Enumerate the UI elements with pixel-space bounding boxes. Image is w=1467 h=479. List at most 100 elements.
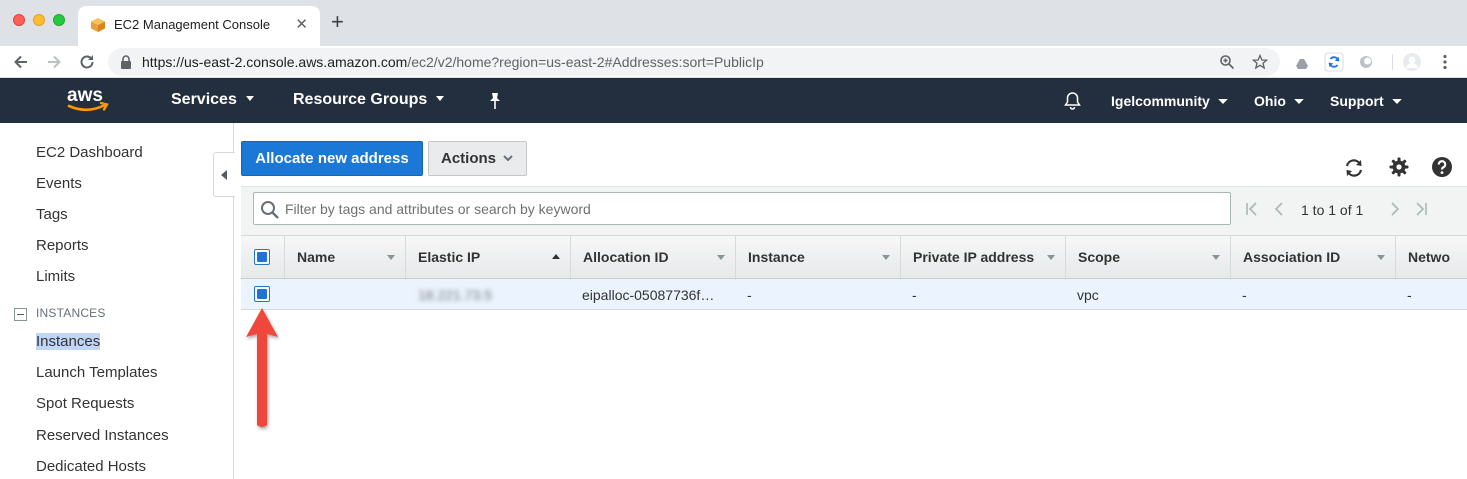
cell-private-ip: -	[912, 287, 917, 303]
account-menu[interactable]: Igelcommunity	[1111, 93, 1228, 109]
back-icon[interactable]	[11, 52, 31, 72]
column-header-elastic-ip[interactable]: Elastic IP	[406, 236, 571, 280]
services-label: Services	[171, 91, 237, 108]
browser-tabstrip: EC2 Management Console ✕ +	[0, 0, 1467, 46]
first-page-icon[interactable]	[1244, 201, 1260, 217]
sidebar-collapse-button[interactable]	[213, 152, 235, 197]
circle-extension-icon[interactable]	[1356, 52, 1376, 72]
sidebar-item-instances[interactable]: Instances	[36, 333, 101, 350]
gear-icon[interactable]	[1388, 156, 1410, 178]
column-label: Instance	[748, 249, 805, 265]
sidebar-item-spot-requests[interactable]: Spot Requests	[36, 395, 134, 412]
tab-close-icon[interactable]: ✕	[295, 15, 308, 33]
column-label: Elastic IP	[418, 249, 481, 265]
region-label: Ohio	[1254, 93, 1286, 109]
ec2-sidebar: EC2 Dashboard Events Tags Reports Limits…	[0, 123, 234, 479]
column-header-association-id[interactable]: Association ID	[1231, 236, 1396, 280]
annotation-arrow-icon	[246, 308, 278, 427]
sort-icon	[882, 255, 890, 260]
window-minimize-button[interactable]	[33, 14, 45, 26]
region-menu[interactable]: Ohio	[1254, 93, 1304, 109]
actions-label: Actions	[441, 150, 497, 167]
refresh-icon[interactable]	[1343, 157, 1365, 179]
sidebar-item-instances-label: Instances	[36, 333, 101, 350]
chevron-down-icon	[1217, 98, 1228, 104]
drive-extension-icon[interactable]	[1292, 52, 1312, 72]
actions-button[interactable]: Actions	[428, 141, 527, 176]
sidebar-item-launch-templates[interactable]: Launch Templates	[36, 364, 157, 381]
column-label: Allocation ID	[583, 249, 669, 265]
chevron-down-icon	[503, 155, 513, 162]
sidebar-item-reports[interactable]: Reports	[36, 237, 89, 254]
toolbar-divider	[1392, 54, 1393, 70]
filter-input[interactable]	[285, 198, 1185, 220]
sidebar-item-dedicated-hosts[interactable]: Dedicated Hosts	[36, 458, 146, 475]
chevron-down-icon	[1391, 98, 1402, 104]
account-label: Igelcommunity	[1111, 93, 1210, 109]
table-row[interactable]: 18.221.73.5 eipalloc-05087736f… - - vpc …	[241, 280, 1467, 310]
table-header: Name Elastic IP Allocation ID Instance P…	[241, 235, 1467, 280]
search-icon	[261, 201, 279, 219]
last-page-icon[interactable]	[1413, 201, 1429, 217]
tab-title: EC2 Management Console	[114, 17, 271, 32]
browser-toolbar: https://us-east-2.console.aws.amazon.com…	[0, 46, 1467, 78]
sort-icon	[387, 255, 395, 260]
pin-icon[interactable]	[487, 92, 503, 110]
resource-groups-menu[interactable]: Resource Groups	[293, 91, 445, 109]
browser-menu-icon[interactable]	[1435, 52, 1455, 72]
chevron-down-icon	[1294, 98, 1304, 104]
column-label: Association ID	[1243, 249, 1341, 265]
sidebar-section-instances: INSTANCES	[36, 306, 106, 320]
window-close-button[interactable]	[13, 14, 25, 26]
forward-icon[interactable]	[44, 52, 64, 72]
column-label: Scope	[1078, 249, 1121, 265]
url-text: https://us-east-2.console.aws.amazon.com…	[142, 54, 764, 70]
sync-extension-icon[interactable]	[1324, 52, 1344, 72]
column-label: Name	[297, 249, 336, 265]
column-header-instance[interactable]: Instance	[736, 236, 901, 280]
previous-page-icon[interactable]	[1271, 201, 1287, 217]
aws-cube-icon	[91, 18, 105, 32]
sidebar-item-tags[interactable]: Tags	[36, 206, 68, 223]
sort-icon	[717, 255, 725, 260]
column-header-private-ip[interactable]: Private IP address	[901, 236, 1066, 280]
chevron-down-icon	[245, 96, 254, 102]
bookmark-star-icon[interactable]	[1252, 54, 1268, 70]
aws-logo[interactable]: aws	[65, 84, 113, 116]
help-icon[interactable]	[1431, 156, 1453, 178]
column-header-scope[interactable]: Scope	[1066, 236, 1231, 280]
svg-text:aws: aws	[67, 85, 103, 106]
url-host: https://us-east-2.console.aws.amazon.com	[142, 54, 408, 70]
new-tab-icon[interactable]: +	[331, 11, 344, 33]
row-checkbox[interactable]	[254, 286, 270, 302]
browser-tab[interactable]: EC2 Management Console ✕	[78, 6, 320, 46]
chevron-down-icon	[436, 96, 445, 102]
column-header-allocation-id[interactable]: Allocation ID	[571, 236, 736, 280]
url-path: /ec2/v2/home?region=us-east-2#Addresses:…	[407, 54, 764, 70]
lock-icon	[121, 55, 131, 69]
column-label: Private IP address	[913, 249, 1035, 265]
column-header-network[interactable]: Netwo	[1396, 236, 1467, 280]
filter-box[interactable]	[253, 192, 1231, 225]
sidebar-item-limits[interactable]: Limits	[36, 268, 75, 285]
zoom-icon[interactable]	[1219, 54, 1235, 70]
cell-scope: vpc	[1077, 287, 1099, 303]
address-bar[interactable]: https://us-east-2.console.aws.amazon.com…	[108, 48, 1280, 76]
select-all-checkbox[interactable]	[254, 249, 270, 265]
services-menu[interactable]: Services	[171, 91, 254, 109]
next-page-icon[interactable]	[1387, 201, 1403, 217]
allocate-new-address-button[interactable]: Allocate new address	[241, 141, 423, 176]
reload-icon[interactable]	[77, 52, 97, 72]
support-menu[interactable]: Support	[1330, 93, 1402, 109]
sidebar-item-ec2-dashboard[interactable]: EC2 Dashboard	[36, 144, 143, 161]
aws-top-nav: aws Services Resource Groups Igelcommuni…	[0, 78, 1467, 123]
sidebar-item-events[interactable]: Events	[36, 175, 82, 192]
cell-elastic-ip: 18.221.73.5	[418, 287, 492, 303]
section-collapse-icon[interactable]	[14, 308, 27, 321]
bell-icon[interactable]	[1063, 91, 1082, 111]
column-header-name[interactable]: Name	[285, 236, 406, 280]
sort-icon	[1377, 255, 1385, 260]
sidebar-item-reserved-instances[interactable]: Reserved Instances	[36, 427, 169, 444]
profile-avatar-icon[interactable]	[1402, 52, 1422, 72]
window-zoom-button[interactable]	[53, 14, 65, 26]
